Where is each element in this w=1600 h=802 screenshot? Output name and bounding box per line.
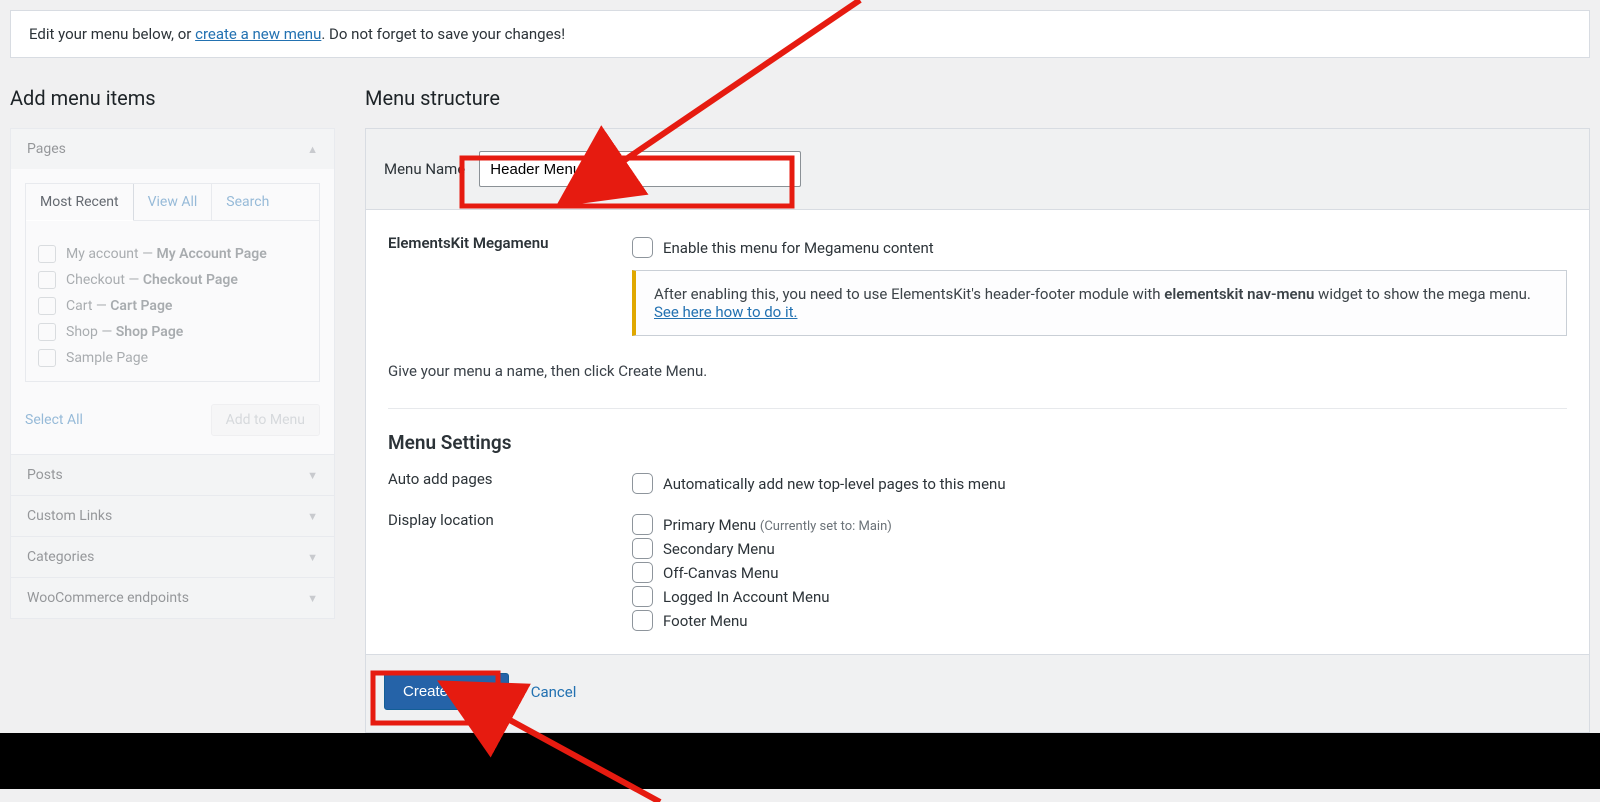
list-item[interactable]: Checkout — Checkout Page xyxy=(38,271,307,289)
menu-name-label: Menu Name xyxy=(384,160,465,178)
info-bar: Edit your menu below, or create a new me… xyxy=(10,10,1590,58)
acc-pages-label: Pages xyxy=(27,141,66,157)
list-item[interactable]: My account — My Account Page xyxy=(38,245,307,263)
acc-pages-head[interactable]: Pages ▲ xyxy=(11,129,334,169)
display-location-label: Display location xyxy=(388,511,608,529)
megamenu-note: After enabling this, you need to use Ele… xyxy=(632,270,1567,336)
megamenu-label: ElementsKit Megamenu xyxy=(388,234,608,252)
list-item[interactable]: Sample Page xyxy=(38,349,307,367)
checkbox-icon[interactable] xyxy=(632,586,653,607)
checkbox-icon[interactable] xyxy=(38,245,56,263)
chevron-down-icon: ▼ xyxy=(307,510,318,523)
info-text-2: . Do not forget to save your changes! xyxy=(321,25,565,43)
checkbox-icon[interactable] xyxy=(38,297,56,315)
menu-hint: Give your menu a name, then click Create… xyxy=(388,362,1567,380)
acc-wc-endpoints: WooCommerce endpoints ▼ xyxy=(10,578,335,619)
loc-primary[interactable]: Primary Menu (Currently set to: Main) xyxy=(632,514,1567,535)
checkbox-icon[interactable] xyxy=(632,473,653,494)
list-item[interactable]: Cart — Cart Page xyxy=(38,297,307,315)
loc-secondary[interactable]: Secondary Menu xyxy=(632,538,1567,559)
checkbox-icon[interactable] xyxy=(632,610,653,631)
pages-list: My account — My Account Page Checkout — … xyxy=(25,220,320,382)
acc-custom-links-head[interactable]: Custom Links ▼ xyxy=(11,496,334,536)
tab-most-recent[interactable]: Most Recent xyxy=(26,184,134,221)
checkbox-icon[interactable] xyxy=(38,271,56,289)
menu-settings-title: Menu Settings xyxy=(388,431,1567,454)
select-all-link[interactable]: Select All xyxy=(25,412,83,428)
create-menu-button[interactable]: Create Menu xyxy=(384,673,509,710)
info-text-1: Edit your menu below, or xyxy=(29,25,195,43)
loc-offcanvas[interactable]: Off-Canvas Menu xyxy=(632,562,1567,583)
checkbox-icon[interactable] xyxy=(38,323,56,341)
acc-pages: Pages ▲ Most Recent View All Search My a… xyxy=(10,128,335,455)
separator xyxy=(388,408,1567,409)
acc-posts-head[interactable]: Posts ▼ xyxy=(11,455,334,495)
checkbox-icon[interactable] xyxy=(38,349,56,367)
add-to-menu-button: Add to Menu xyxy=(211,404,320,436)
add-menu-items-title: Add menu items xyxy=(10,86,335,110)
checkbox-icon[interactable] xyxy=(632,237,653,258)
acc-pages-body: Most Recent View All Search My account —… xyxy=(11,169,334,454)
acc-posts: Posts ▼ xyxy=(10,455,335,496)
menu-card-header: Menu Name xyxy=(366,129,1589,210)
acc-wc-endpoints-head[interactable]: WooCommerce endpoints ▼ xyxy=(11,578,334,618)
acc-custom-links: Custom Links ▼ xyxy=(10,496,335,537)
bottom-bar xyxy=(0,733,1600,789)
checkbox-icon[interactable] xyxy=(632,562,653,583)
chevron-up-icon: ▲ xyxy=(307,143,318,156)
loc-footer[interactable]: Footer Menu xyxy=(632,610,1567,631)
acc-categories-head[interactable]: Categories ▼ xyxy=(11,537,334,577)
tab-view-all[interactable]: View All xyxy=(134,184,213,221)
list-item[interactable]: Shop — Shop Page xyxy=(38,323,307,341)
create-new-menu-link[interactable]: create a new menu xyxy=(195,25,321,43)
pages-subtabs: Most Recent View All Search xyxy=(25,183,320,221)
megamenu-enable-option[interactable]: Enable this menu for Megamenu content xyxy=(632,237,1567,258)
auto-add-option[interactable]: Automatically add new top-level pages to… xyxy=(632,473,1567,494)
cancel-link[interactable]: Cancel xyxy=(531,683,577,701)
loc-logged-in[interactable]: Logged In Account Menu xyxy=(632,586,1567,607)
auto-add-label: Auto add pages xyxy=(388,470,608,488)
chevron-down-icon: ▼ xyxy=(307,551,318,564)
menu-card: Menu Name ElementsKit Megamenu Enable th… xyxy=(365,128,1590,733)
menu-name-input[interactable] xyxy=(479,151,801,187)
menu-structure-title: Menu structure xyxy=(365,86,1590,110)
checkbox-icon[interactable] xyxy=(632,538,653,559)
tab-search[interactable]: Search xyxy=(212,184,283,221)
megamenu-howto-link[interactable]: See here how to do it. xyxy=(654,303,797,321)
checkbox-icon[interactable] xyxy=(632,514,653,535)
chevron-down-icon: ▼ xyxy=(307,469,318,482)
chevron-down-icon: ▼ xyxy=(307,592,318,605)
menu-card-footer: Create Menu Cancel xyxy=(366,654,1589,732)
acc-categories: Categories ▼ xyxy=(10,537,335,578)
